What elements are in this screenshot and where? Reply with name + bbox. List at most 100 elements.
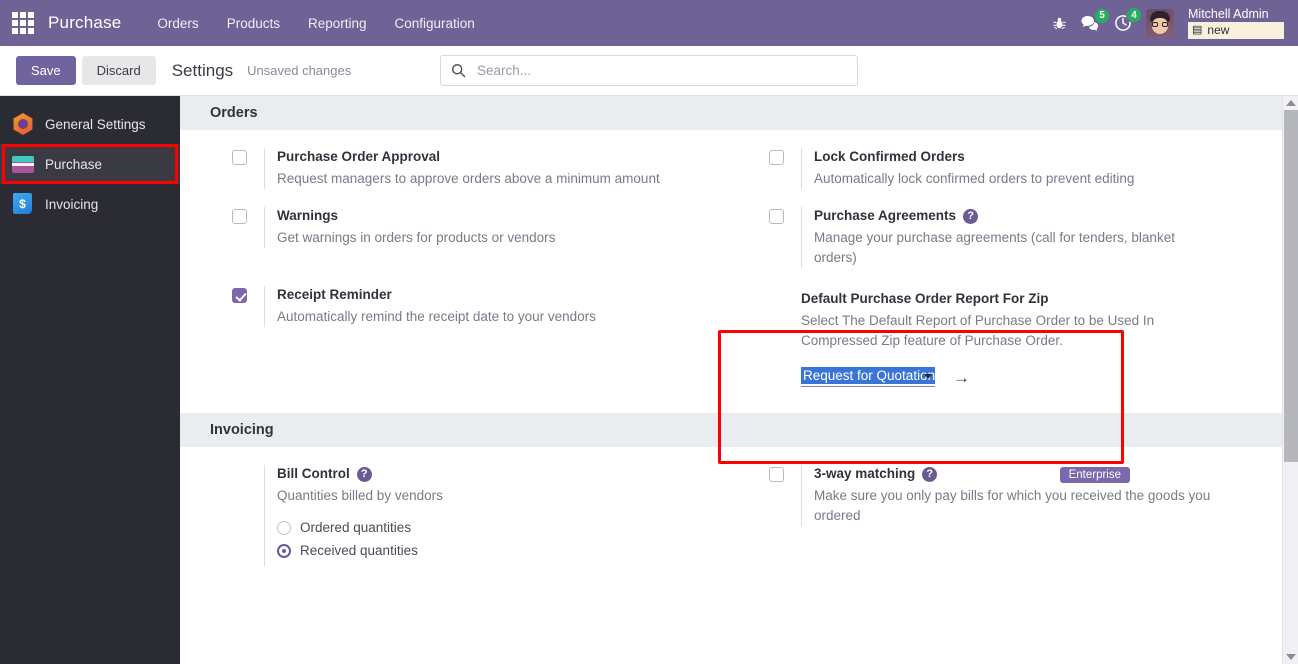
setting-title: Default Purchase Order Report For Zip xyxy=(801,291,1049,306)
setting-body: Bill Control ? Quantities billed by vend… xyxy=(264,465,709,567)
orders-row-3: Receipt Reminder Automatically remind th… xyxy=(180,268,1298,388)
bug-icon[interactable] xyxy=(1052,16,1067,31)
sidebar-item-label: General Settings xyxy=(45,116,146,132)
settings-scroll-area: Orders Purchase Order Approval Request m… xyxy=(180,96,1298,664)
general-settings-icon xyxy=(12,113,34,135)
setting-bill-control: Bill Control ? Quantities billed by vend… xyxy=(210,447,739,567)
receipt-reminder-checkbox[interactable] xyxy=(232,288,247,303)
status-badge-enterprise[interactable]: Enterprise xyxy=(1059,467,1130,484)
question-mark-icon[interactable]: ? xyxy=(963,208,979,224)
user-menu[interactable]: Mitchell Admin ▤ new xyxy=(1188,7,1284,39)
setting-title: Warnings xyxy=(277,208,339,223)
orders-row-2: Warnings Get warnings in orders for prod… xyxy=(180,189,1298,268)
setting-title: Receipt Reminder xyxy=(277,287,392,302)
purchase-order-approval-checkbox[interactable] xyxy=(232,150,247,165)
setting-description: Quantities billed by vendors xyxy=(277,488,443,504)
checkbox-wrap xyxy=(769,148,801,189)
orders-col-left: Purchase Order Approval Request managers… xyxy=(180,130,739,189)
section-header-invoicing: Invoicing xyxy=(180,413,1282,448)
radio-received-quantities[interactable]: Received quantities xyxy=(277,543,709,558)
search-bar[interactable] xyxy=(440,55,858,86)
purchase-agreements-checkbox[interactable] xyxy=(769,209,784,224)
sidebar-item-purchase[interactable]: Purchase xyxy=(0,144,180,184)
discard-button[interactable]: Discard xyxy=(81,56,156,85)
search-input[interactable] xyxy=(475,62,847,79)
setting-title: 3-way matching ? xyxy=(814,465,1268,483)
database-chip: ▤ new xyxy=(1188,22,1284,39)
setting-three-way-matching: 3-way matching ? Make sure you only pay … xyxy=(747,447,1298,527)
radio-ordered-quantities[interactable]: Ordered quantities xyxy=(277,520,709,535)
checkbox-wrap xyxy=(232,465,264,566)
settings-content: Orders Purchase Order Approval Request m… xyxy=(180,96,1298,664)
question-mark-icon[interactable]: ? xyxy=(922,466,938,482)
setting-lock-confirmed-orders: Lock Confirmed Orders Automatically lock… xyxy=(747,130,1298,189)
activities-badge: 4 xyxy=(1126,7,1142,23)
checkbox-wrap xyxy=(769,290,801,387)
avatar[interactable] xyxy=(1146,9,1174,37)
setting-description: Automatically lock confirmed orders to p… xyxy=(814,171,1135,186)
chevron-down-icon[interactable] xyxy=(924,374,932,379)
section-header-orders: Orders xyxy=(180,96,1282,130)
scroll-thumb[interactable] xyxy=(1284,110,1298,462)
orders-col-right: Lock Confirmed Orders Automatically lock… xyxy=(739,130,1298,189)
bill-control-radio-group: Ordered quantities Received quantities xyxy=(277,520,709,558)
setting-title-text: Bill Control xyxy=(277,466,350,482)
invoicing-icon: $ xyxy=(12,193,34,215)
menu-item-orders[interactable]: Orders xyxy=(143,10,212,37)
invoicing-col-left: Bill Control ? Quantities billed by vend… xyxy=(180,447,739,567)
activities-icon[interactable]: 4 xyxy=(1114,7,1142,32)
three-way-matching-checkbox[interactable] xyxy=(769,467,784,483)
menu-item-configuration[interactable]: Configuration xyxy=(381,10,489,37)
menu-item-products[interactable]: Products xyxy=(213,10,294,37)
setting-title-text: 3-way matching xyxy=(814,466,916,482)
setting-purchase-order-approval: Purchase Order Approval Request managers… xyxy=(210,130,739,189)
dropdown-selected-value: Request for Quotation xyxy=(801,367,935,385)
checkbox-wrap xyxy=(232,207,264,248)
setting-description: Manage your purchase agreements (call fo… xyxy=(814,230,1175,265)
checkbox-wrap xyxy=(769,465,801,526)
radio-label: Ordered quantities xyxy=(300,520,412,536)
scroll-up-button[interactable] xyxy=(1283,96,1298,110)
setting-description: Automatically remind the receipt date to… xyxy=(277,309,596,324)
sidebar-item-label: Purchase xyxy=(45,156,103,172)
main-menu: Orders Products Reporting Configuration xyxy=(143,10,488,37)
radio-button[interactable] xyxy=(277,520,291,535)
scroll-down-button[interactable] xyxy=(1283,650,1298,664)
lock-confirmed-orders-checkbox[interactable] xyxy=(769,150,784,165)
warnings-checkbox[interactable] xyxy=(232,209,247,224)
sidebar-item-invoicing[interactable]: $ Invoicing xyxy=(0,184,180,224)
default-po-report-dropdown[interactable]: Request for Quotation xyxy=(801,367,935,388)
navbar-right-group: 5 4 Mitchell Admin ▤ new xyxy=(1052,7,1288,39)
sidebar-item-general-settings[interactable]: General Settings xyxy=(0,104,180,144)
setting-body: 3-way matching ? Make sure you only pay … xyxy=(801,465,1268,527)
question-mark-icon[interactable]: ? xyxy=(356,466,372,482)
messages-icon[interactable]: 5 xyxy=(1081,7,1110,32)
arrow-right-icon[interactable]: → xyxy=(953,369,970,386)
vertical-scrollbar[interactable] xyxy=(1282,96,1298,664)
app-brand-purchase[interactable]: Purchase xyxy=(48,13,121,33)
apps-grid-icon[interactable] xyxy=(12,12,34,34)
setting-title: Purchase Order Approval xyxy=(277,149,441,164)
purchase-icon xyxy=(12,153,34,175)
setting-description: Request managers to approve orders above… xyxy=(277,171,660,186)
orders-col-left: Receipt Reminder Automatically remind th… xyxy=(180,268,739,387)
checkbox-wrap xyxy=(769,207,801,268)
setting-title: Lock Confirmed Orders xyxy=(814,149,965,164)
setting-default-po-report-zip: Default Purchase Order Report For Zip Se… xyxy=(747,268,1298,388)
orders-col-right: Purchase Agreements ? Manage your purcha… xyxy=(739,189,1298,268)
save-button[interactable]: Save xyxy=(16,56,76,85)
setting-title-text: Purchase Agreements xyxy=(814,208,957,223)
menu-item-reporting[interactable]: Reporting xyxy=(294,10,381,37)
radio-button[interactable] xyxy=(277,543,291,558)
database-name: new xyxy=(1207,23,1230,37)
triangle-up-icon xyxy=(1286,100,1296,106)
checkbox-wrap xyxy=(232,148,264,189)
setting-body: Purchase Agreements ? Manage your purcha… xyxy=(801,207,1268,268)
search-icon xyxy=(451,63,466,78)
top-navbar: Purchase Orders Products Reporting Confi… xyxy=(0,0,1298,46)
orders-col-left: Warnings Get warnings in orders for prod… xyxy=(180,189,739,268)
orders-row-1: Purchase Order Approval Request managers… xyxy=(180,130,1298,189)
setting-description: Make sure you only pay bills for which y… xyxy=(814,488,1211,524)
setting-body: Receipt Reminder Automatically remind th… xyxy=(264,286,709,327)
setting-body: Warnings Get warnings in orders for prod… xyxy=(264,207,709,248)
